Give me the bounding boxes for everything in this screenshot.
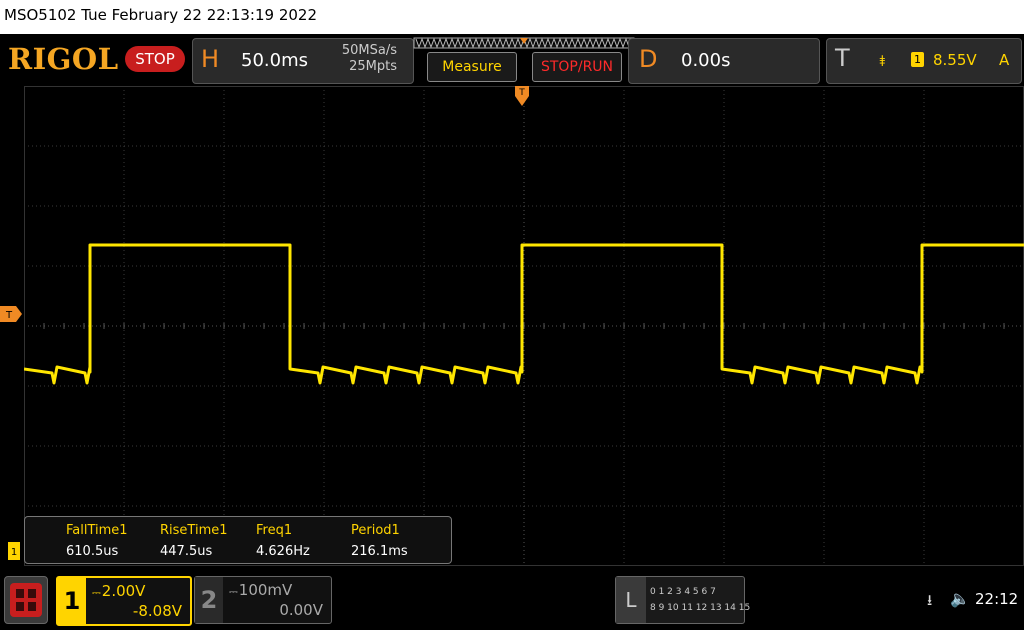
timebase-value: 50.0ms: [241, 50, 308, 71]
measure-value: 610.5us: [66, 544, 119, 559]
delay-letter: D: [639, 45, 658, 73]
logic-letter: L: [616, 577, 646, 623]
measure-label: FallTime1: [66, 523, 128, 538]
rising-edge-icon: ⯒: [879, 52, 886, 70]
speaker-muted-icon[interactable]: 🔈: [950, 589, 970, 608]
measure-value: 447.5us: [160, 544, 213, 559]
stop-run-button[interactable]: STOP/RUN: [532, 52, 622, 82]
delay-value: 0.00s: [681, 50, 731, 71]
channel1-scale: 2.00V: [101, 582, 146, 600]
sample-rate: 50MSa/s: [341, 43, 397, 58]
trigger-level-marker-label: T: [5, 310, 13, 321]
waveform-display[interactable]: [24, 86, 1024, 566]
logic-channels-row2: 8 9 10 11 12 13 14 15: [650, 603, 751, 613]
trigger-source-badge: 1: [911, 52, 924, 67]
channel1-panel[interactable]: 1 ⎓ 2.00V -8.08V: [56, 576, 192, 626]
window-title: MSO5102 Tue February 22 22:13:19 2022: [4, 6, 318, 24]
title-bar: MSO5102 Tue February 22 22:13:19 2022: [0, 0, 1024, 34]
measure-label: RiseTime1: [160, 523, 228, 538]
trigger-time-marker[interactable]: T: [515, 86, 533, 110]
run-state-badge[interactable]: STOP: [125, 46, 185, 72]
logic-channels-row1: 0 1 2 3 4 5 6 7: [650, 587, 716, 597]
trigger-level-marker[interactable]: T: [0, 306, 24, 322]
channel1-ground-marker[interactable]: 1: [8, 542, 24, 564]
graticule: [24, 86, 1024, 566]
trigger-level: 8.55V: [933, 51, 977, 69]
channel1-offset: -8.08V: [132, 602, 182, 620]
measure-label: Period1: [351, 523, 400, 538]
channel1-number: 1: [58, 578, 86, 624]
clock: 22:12: [975, 590, 1019, 608]
delay-panel[interactable]: D 0.00s: [628, 38, 820, 84]
trigger-mode: A: [999, 51, 1010, 69]
measurement-panel[interactable]: FallTime1 610.5us RiseTime1 447.5us Freq…: [24, 516, 452, 564]
channel2-panel[interactable]: 2 ⎓ 100mV 0.00V: [194, 576, 332, 624]
logic-panel[interactable]: L 0 1 2 3 4 5 6 7 8 9 10 11 12 13 14 15: [615, 576, 750, 624]
usb-icon: ⭳: [927, 591, 933, 609]
dc-coupling-icon: ⎓: [229, 585, 238, 598]
measure-label: Freq1: [256, 523, 293, 538]
channel1-ground-marker-label: 1: [11, 547, 17, 558]
dc-coupling-icon: ⎓: [92, 586, 101, 599]
main-menu-button[interactable]: [4, 576, 48, 624]
channel2-offset: 0.00V: [279, 601, 323, 619]
brand-logo: RIGOL: [8, 42, 119, 76]
trigger-panel[interactable]: T ⯒ 1 8.55V A: [826, 38, 1022, 84]
channel2-scale: 100mV: [238, 581, 293, 599]
trigger-time-marker-label: T: [518, 88, 525, 98]
menu-grid-icon: [10, 583, 42, 617]
horizontal-panel[interactable]: H 50.0ms 50MSa/s 25Mpts: [192, 38, 414, 84]
measure-button[interactable]: Measure: [427, 52, 517, 82]
trigger-letter: T: [835, 44, 850, 72]
horizontal-letter: H: [201, 45, 220, 73]
measure-value: 4.626Hz: [256, 544, 310, 559]
channel2-number: 2: [195, 577, 223, 623]
memory-depth: 25Mpts: [349, 59, 397, 74]
measure-value: 216.1ms: [351, 544, 408, 559]
